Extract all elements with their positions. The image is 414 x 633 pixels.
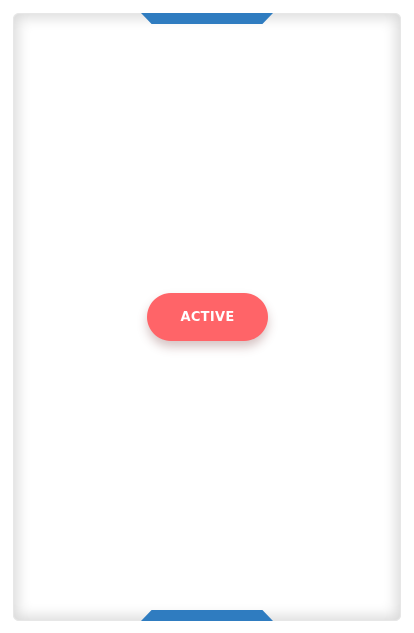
bottom-edge-tab	[141, 610, 273, 621]
active-button[interactable]: ACTIVE	[147, 293, 268, 341]
top-edge-tab	[141, 13, 273, 24]
